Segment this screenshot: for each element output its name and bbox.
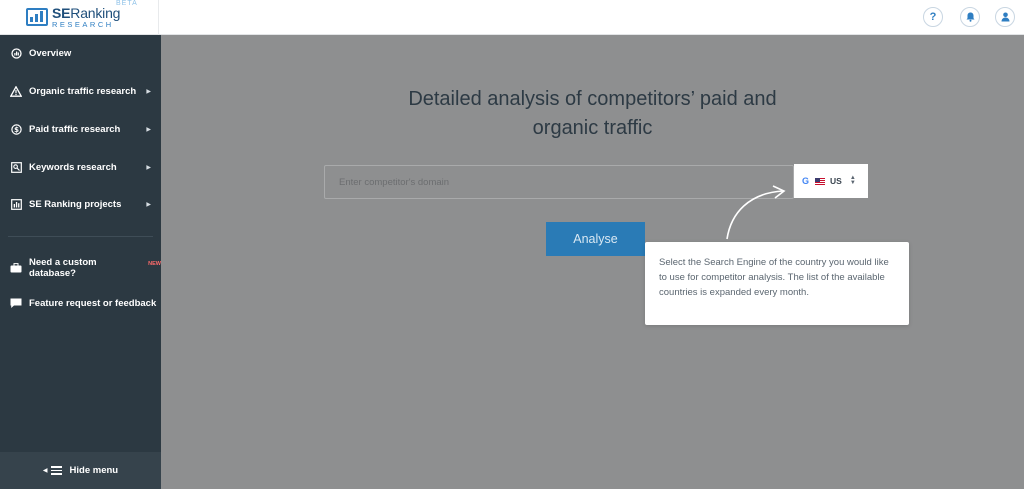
sidebar-item-label: Paid traffic research — [29, 123, 121, 135]
overview-icon — [10, 47, 22, 59]
chevron-right-icon: ▶ — [146, 164, 151, 171]
sidebar-item-feedback[interactable]: Feature request or feedback — [0, 288, 161, 318]
chevron-left-icon: ◀ — [42, 468, 48, 474]
question-icon: ? — [929, 11, 937, 23]
country-selector[interactable]: G US ▲ ▼ — [794, 164, 868, 198]
sidebar-item-label: Feature request or feedback — [29, 297, 157, 309]
hide-menu-button[interactable]: ◀ Hide menu — [0, 452, 161, 489]
tooltip-text: Select the Search Engine of the country … — [659, 257, 889, 298]
hint-arrow-icon — [726, 185, 786, 240]
se-ranking-logo[interactable]: SERanking RESEARCH — [26, 5, 120, 29]
logo-brand: SERanking — [52, 4, 121, 21]
page-title: Detailed analysis of competitors’ paid a… — [331, 85, 854, 143]
top-header: SERanking RESEARCH BETA ? — [0, 0, 1024, 35]
hamburger-icon — [50, 466, 62, 475]
sidebar-divider — [8, 236, 153, 237]
sidebar-item-organic-traffic[interactable]: Organic traffic research ▶ — [0, 76, 161, 106]
sidebar-item-label: Keywords research — [29, 161, 117, 173]
country-code: US — [830, 176, 842, 186]
us-flag-icon — [815, 177, 826, 185]
sidebar-item-se-ranking-projects[interactable]: SE Ranking projects ▶ — [0, 189, 161, 219]
briefcase-icon — [10, 262, 22, 274]
keywords-icon — [10, 161, 22, 173]
analyse-button[interactable]: Analyse — [546, 222, 645, 256]
chevron-right-icon: ▶ — [146, 88, 151, 95]
hide-menu-label: Hide menu — [69, 465, 119, 476]
profile-button[interactable] — [995, 7, 1015, 27]
svg-text:$: $ — [14, 126, 19, 134]
sidebar-item-keywords[interactable]: Keywords research ▶ — [0, 152, 161, 182]
sidebar-item-label: Organic traffic research — [29, 85, 137, 97]
sidebar-item-label: Overview — [29, 47, 72, 59]
page-title-line-2: organic traffic — [532, 117, 653, 139]
main-content: Detailed analysis of competitors’ paid a… — [161, 35, 1024, 489]
bell-icon — [966, 12, 974, 22]
google-icon: G — [802, 176, 810, 186]
sidebar-item-label: Need a custom database? — [29, 257, 97, 279]
sidebar-item-overview[interactable]: Overview — [0, 38, 161, 68]
chevron-right-icon: ▶ — [146, 201, 151, 208]
sidebar-item-label: SE Ranking projects — [29, 198, 122, 210]
chevron-right-icon: ▶ — [146, 126, 151, 133]
country-tooltip: Select the Search Engine of the country … — [645, 242, 909, 325]
warning-triangle-icon — [10, 85, 22, 97]
new-badge: NEW — [148, 261, 162, 267]
bar-chart-icon — [10, 198, 22, 210]
sidebar-item-custom-database[interactable]: Need a custom database? NEW — [0, 253, 161, 283]
header-divider — [158, 0, 159, 35]
user-icon — [1001, 12, 1009, 22]
help-button[interactable]: ? — [923, 7, 943, 27]
sidebar-item-paid-traffic[interactable]: $ Paid traffic research ▶ — [0, 114, 161, 144]
logo-subtitle: RESEARCH — [52, 19, 114, 29]
notifications-button[interactable] — [960, 7, 980, 27]
beta-label: BETA — [116, 0, 138, 7]
logo-chart-icon — [26, 8, 48, 26]
page-title-line-1: Detailed analysis of competitors’ paid a… — [408, 88, 777, 110]
sort-updown-icon: ▲ ▼ — [849, 175, 856, 186]
chat-icon — [10, 297, 22, 309]
sidebar: Overview Organic traffic research ▶ $ Pa… — [0, 35, 161, 489]
dollar-icon: $ — [10, 123, 22, 135]
